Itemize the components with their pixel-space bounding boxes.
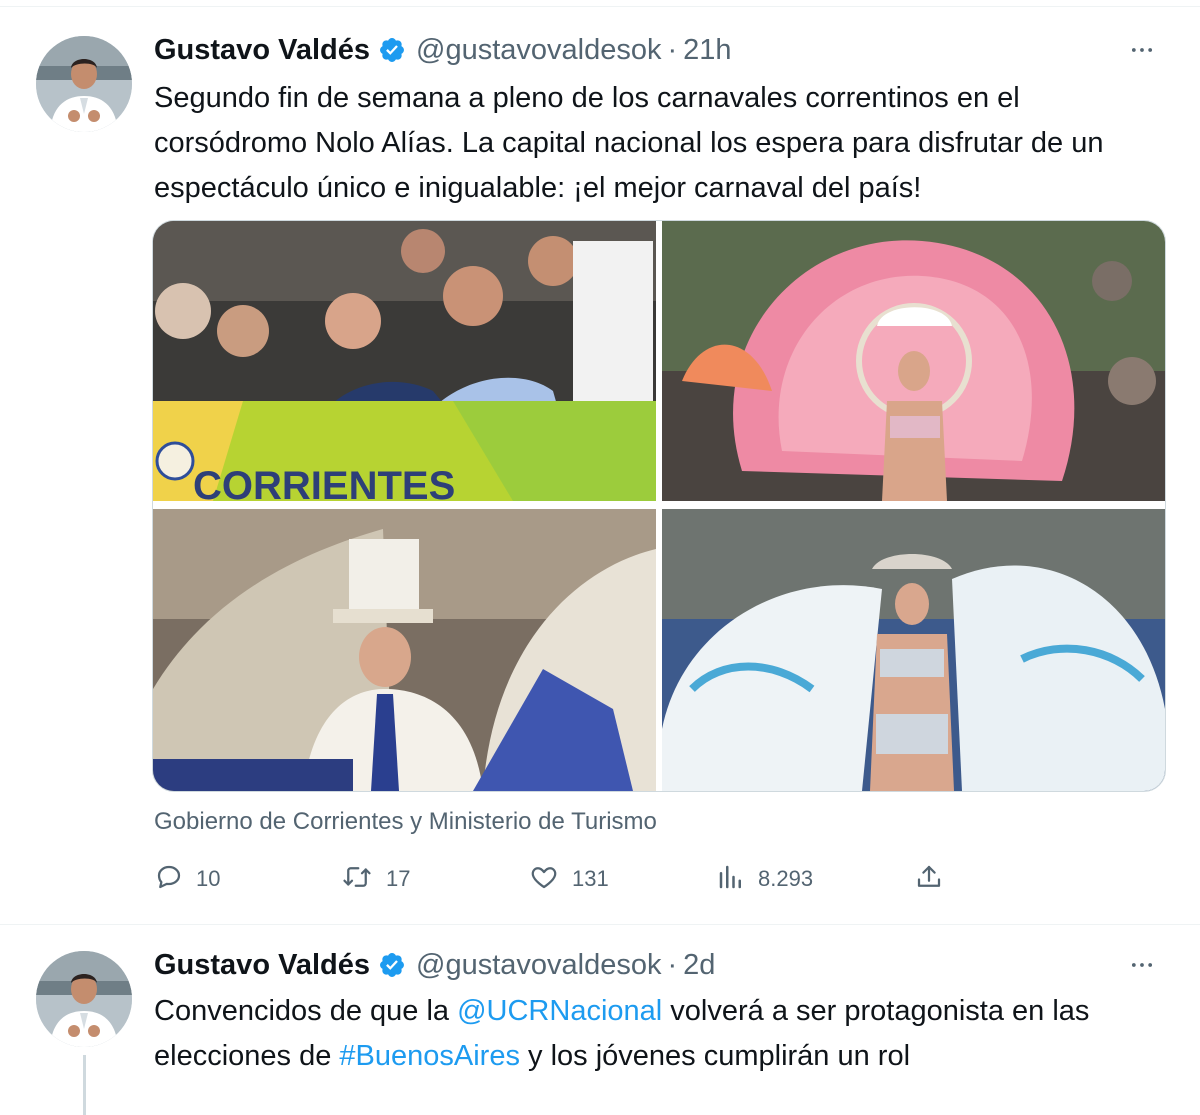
retweet-icon [340, 862, 374, 897]
verified-badge-icon [378, 36, 406, 64]
author-name[interactable]: Gustavo Valdés [154, 949, 370, 982]
media-grid: CORRIENTES [152, 220, 1166, 792]
reply-button[interactable]: 10 [154, 858, 220, 900]
like-icon [528, 862, 560, 897]
reply-count: 10 [196, 866, 221, 891]
action-bar: 10 17 131 8.293 [154, 858, 1114, 900]
banner-text: CORRIENTES [193, 464, 455, 501]
author-handle[interactable]: @gustavovaldesok [416, 949, 661, 982]
photo-feather-costume[interactable] [662, 509, 1165, 791]
share-button[interactable] [914, 858, 944, 900]
author-handle[interactable]: @gustavovaldesok [416, 34, 661, 67]
views-button[interactable]: 8.293 [716, 858, 813, 900]
share-icon [914, 862, 944, 897]
timestamp[interactable]: 21h [683, 34, 731, 67]
tweet-text: Convencidos de que la @UCRNacional volve… [154, 989, 1164, 1079]
avatar[interactable] [36, 951, 132, 1047]
separator-dot: · [667, 948, 678, 981]
photo-blue-costume[interactable] [153, 509, 656, 791]
mention-link[interactable]: @UCRNacional [457, 995, 662, 1027]
more-icon[interactable] [1122, 30, 1162, 70]
verified-badge-icon [378, 951, 406, 979]
hashtag-link[interactable]: #BuenosAires [339, 1040, 520, 1072]
reply-icon [154, 862, 184, 897]
retweet-button[interactable]: 17 [340, 858, 410, 900]
tweet-text: Segundo fin de semana a pleno de los car… [154, 82, 1104, 204]
like-button[interactable]: 131 [528, 858, 609, 900]
thread-connector [83, 1055, 86, 1115]
timestamp[interactable]: 2d [683, 949, 715, 982]
text-segment: Convencidos de que la [154, 995, 458, 1027]
avatar[interactable] [36, 36, 132, 132]
more-icon[interactable] [1122, 945, 1162, 985]
tweet-header: Gustavo Valdés @gustavovaldesok · 2d [154, 945, 715, 985]
media-caption[interactable]: Gobierno de Corrientes y Ministerio de T… [154, 808, 657, 836]
view-count: 8.293 [758, 866, 814, 891]
tweet[interactable]: Gustavo Valdés @gustavovaldesok · 21h Se… [0, 6, 1200, 925]
photo-pink-costume[interactable] [662, 221, 1165, 501]
retweet-count: 17 [386, 866, 411, 891]
like-count: 131 [572, 866, 609, 891]
photo-crowd[interactable]: CORRIENTES [153, 221, 656, 501]
tweet-header: Gustavo Valdés @gustavovaldesok · 21h [154, 30, 732, 70]
views-icon [716, 862, 746, 897]
author-name[interactable]: Gustavo Valdés [154, 34, 370, 67]
separator-dot: · [667, 33, 678, 66]
tweet[interactable]: Gustavo Valdés @gustavovaldesok · 2d Con… [0, 925, 1200, 1115]
text-segment: y los jóvenes cumplirán un rol [519, 1040, 911, 1072]
